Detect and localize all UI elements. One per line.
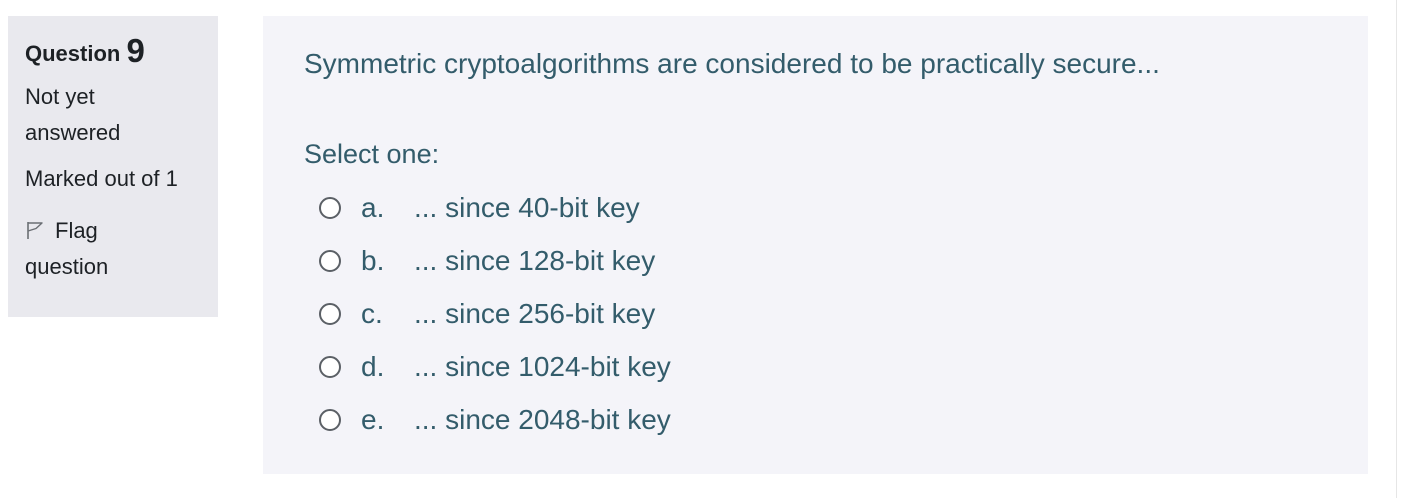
right-divider <box>1396 0 1397 498</box>
answer-option-d[interactable]: d. ... since 1024-bit key <box>319 340 1368 393</box>
radio-button[interactable] <box>319 355 341 378</box>
answer-option-b[interactable]: b. ... since 128-bit key <box>319 234 1368 287</box>
question-number-heading: Question 9 <box>25 34 218 69</box>
flag-outline-icon[interactable] <box>25 215 45 239</box>
radio-button[interactable] <box>319 302 341 325</box>
answer-label[interactable]: ... since 2048-bit key <box>414 404 671 436</box>
question-label: Question <box>25 41 121 66</box>
answer-letter: c. <box>361 297 383 329</box>
question-state: Not yet answered <box>25 84 121 145</box>
answer-options: a. ... since 40-bit key b. ... since 128… <box>304 181 1368 446</box>
answer-label[interactable]: ... since 40-bit key <box>414 192 640 224</box>
question-number: 9 <box>126 32 145 69</box>
answer-option-a[interactable]: a. ... since 40-bit key <box>319 181 1368 234</box>
radio-button[interactable] <box>319 196 341 219</box>
radio-button[interactable] <box>319 408 341 431</box>
answer-label[interactable]: ... since 1024-bit key <box>414 351 671 383</box>
answer-label[interactable]: ... since 128-bit key <box>414 245 655 277</box>
radio-button[interactable] <box>319 249 341 272</box>
question-grade: Marked out of 1 <box>25 166 178 191</box>
answer-option-e[interactable]: e. ... since 2048-bit key <box>319 393 1368 446</box>
question-text: Symmetric cryptoalgorithms are considere… <box>304 48 1160 79</box>
select-one-prompt: Select one: <box>304 139 440 169</box>
flag-question-link[interactable]: Flag question <box>25 213 175 285</box>
question-info-panel: Question 9 Not yet answered Marked out o… <box>8 16 218 317</box>
answer-letter: e. <box>361 403 385 435</box>
answer-option-c[interactable]: c. ... since 256-bit key <box>319 287 1368 340</box>
answer-letter: d. <box>361 350 385 382</box>
answer-label[interactable]: ... since 256-bit key <box>414 298 655 330</box>
answer-letter: a. <box>361 191 385 223</box>
answer-letter: b. <box>361 244 385 276</box>
question-content-panel: Symmetric cryptoalgorithms are considere… <box>263 16 1368 474</box>
